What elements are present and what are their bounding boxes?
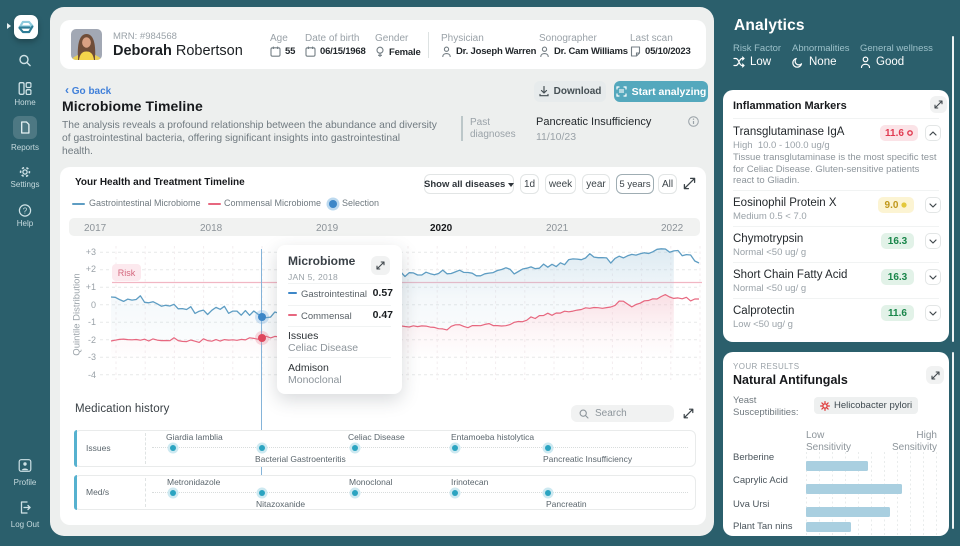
svg-text:?: ? [23,206,28,215]
